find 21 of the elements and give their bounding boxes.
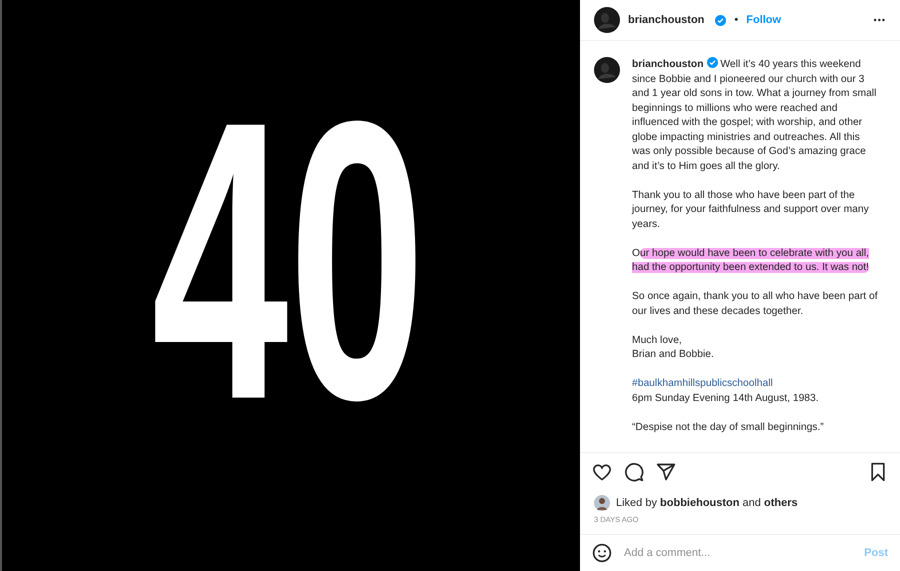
send-icon[interactable] — [656, 462, 676, 482]
hashtag-link[interactable]: #baulkhamhillspublicschoolhall — [632, 378, 773, 389]
caption-paragraph: Brian and Bobbie. — [632, 348, 715, 362]
caption-paragraph: Thank you to all those who have been part of the journey, for your faithfulness and support over many years. — [632, 188, 870, 232]
caption-paragraph: “Despise not the day of small beginnings.” — [632, 420, 825, 434]
heart-icon[interactable] — [592, 462, 612, 482]
separator-dot: • — [734, 14, 738, 26]
post-image-number: 40 — [151, 40, 580, 483]
avatar[interactable] — [594, 57, 620, 83]
avatar[interactable] — [594, 495, 610, 511]
username[interactable]: brianchouston — [628, 14, 704, 26]
caption-paragraph: So once again, thank you to all who have been part of our lives and these decades together. — [632, 290, 878, 318]
caption-paragraph: Much love, — [632, 334, 683, 348]
liked-by-text: Liked by bobbiehouston and others — [616, 497, 798, 509]
comment-icon[interactable] — [624, 462, 644, 482]
caption-paragraph: Our hope would have been to celebrate with you all, had the opportunity been extended to us. It was not! — [632, 246, 870, 275]
more-options-button[interactable]: ••• — [874, 15, 886, 25]
caption-paragraph: 6pm Sunday Evening 14th August, 1983. — [632, 392, 820, 406]
avatar[interactable] — [594, 7, 620, 33]
emoji-icon[interactable] — [592, 543, 612, 563]
caption-paragraph: brianchouston Well it’s 40 years this weekend since Bobbie and I pioneered our church with our 3 and 1 year old sons in tow. What a journey from small beginnings to millions who were reached and influenced with the gospel; with worship, and other globe impacting ministries and outreaches. All this was only possible because of God’s amazing grace and it’s to Him goes all the glory. — [632, 57, 878, 174]
